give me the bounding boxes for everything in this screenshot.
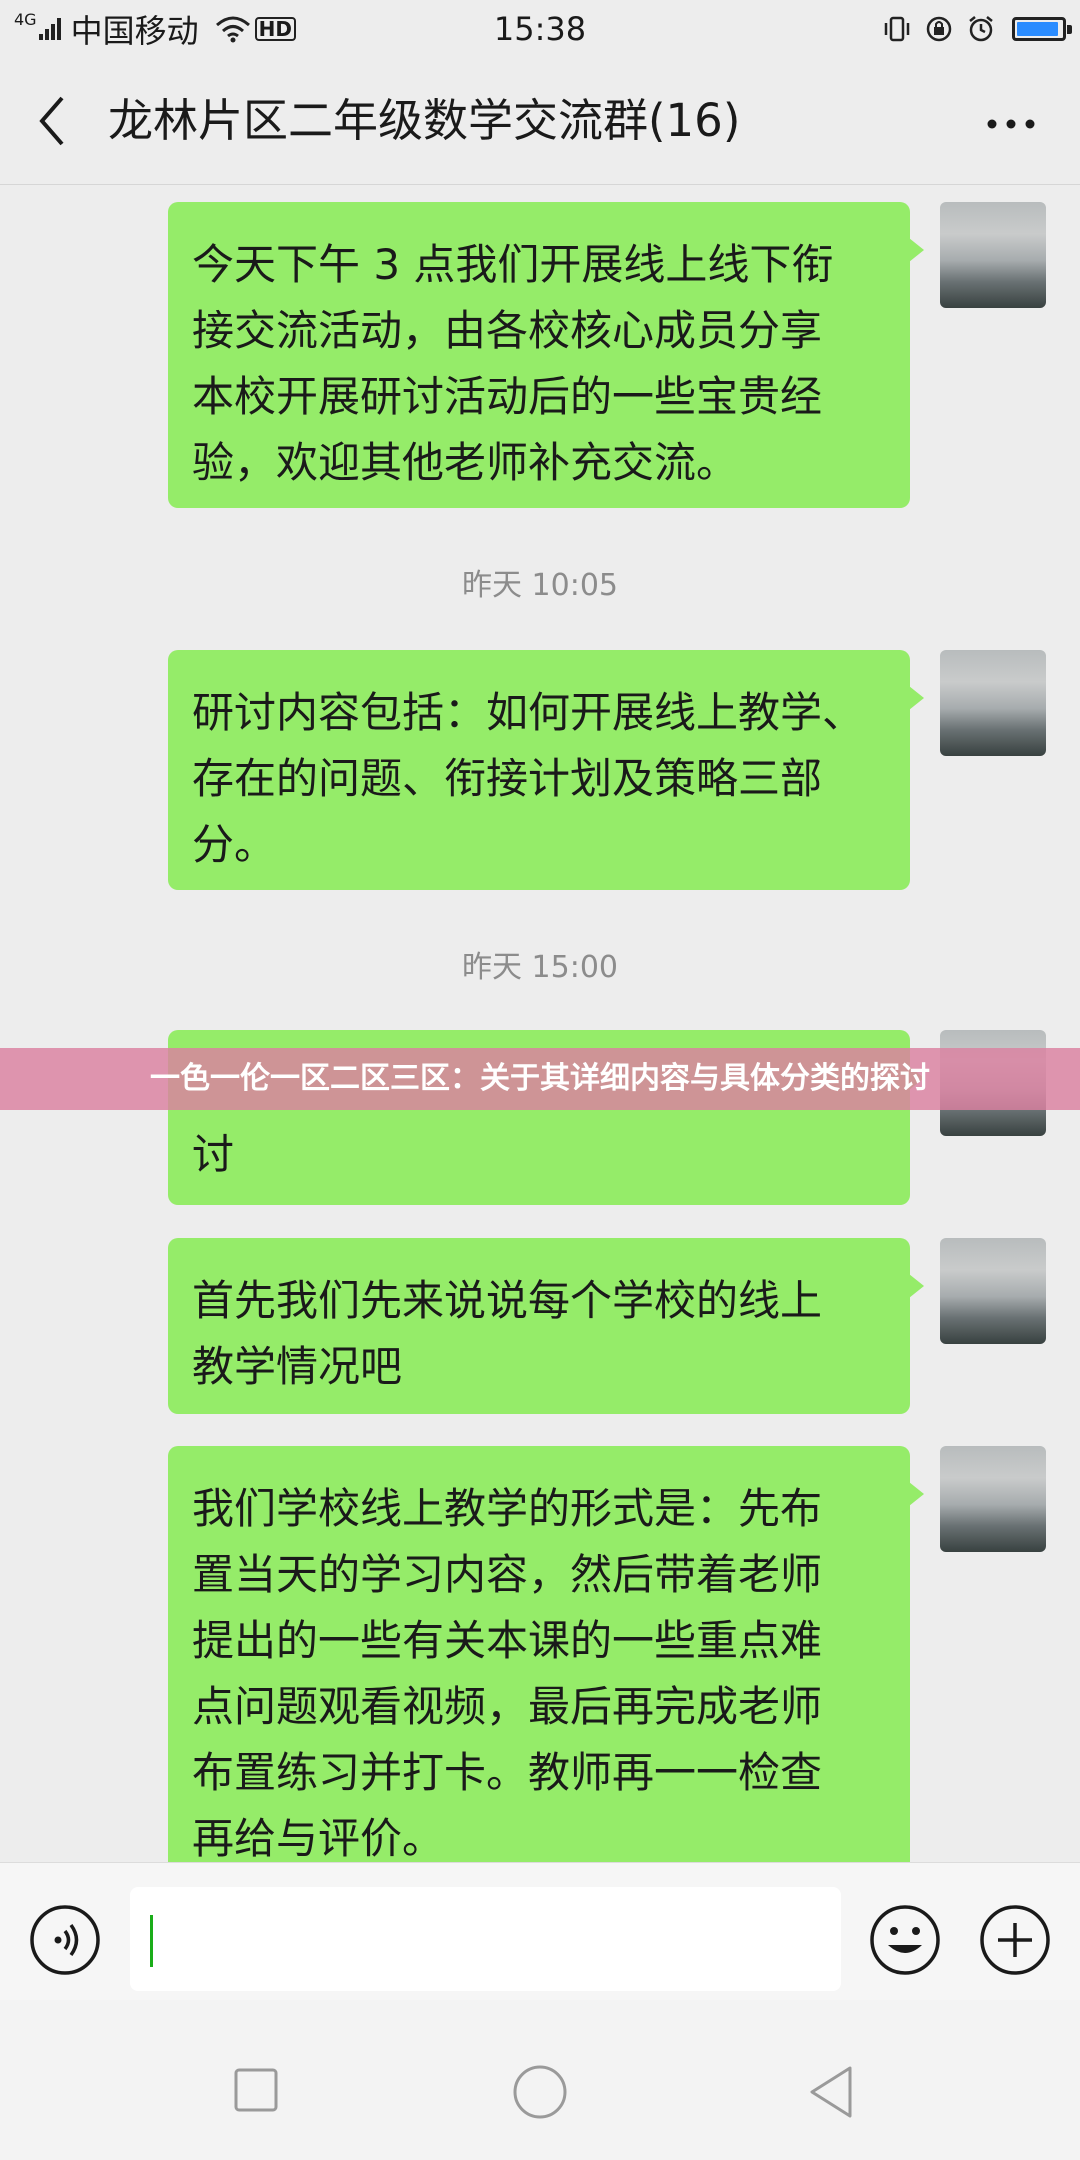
home-icon[interactable] <box>512 2064 568 2120</box>
alarm-icon <box>969 16 993 42</box>
avatar[interactable] <box>940 1446 1046 1552</box>
chat-title: 龙林片区二年级数学交流群(16) <box>108 94 741 147</box>
nav-back-icon[interactable] <box>806 2064 856 2120</box>
timestamp: 昨天 15:00 <box>462 950 618 985</box>
more-options-icon[interactable] <box>986 118 1036 130</box>
lock-rotation-icon <box>926 16 952 42</box>
message-bubble[interactable]: 今天下午 3 点我们开展线上线下衔 接交流活动，由各校核心成员分享 本校开展研讨… <box>168 202 924 508</box>
emoji-icon[interactable] <box>868 1903 942 1977</box>
message-input[interactable] <box>130 1887 841 1991</box>
input-bar <box>0 1862 1080 2001</box>
system-nav-bar <box>0 2000 1080 2160</box>
status-right <box>870 6 1072 52</box>
text-cursor <box>150 1915 153 1967</box>
chat-header: 龙林片区二年级数学交流群(16) <box>0 58 1080 185</box>
vibrate-icon <box>884 16 910 42</box>
avatar[interactable] <box>940 1238 1046 1344</box>
status-bar: 4G 中国移动 HD 15:38 <box>0 0 1080 58</box>
add-more-icon[interactable] <box>978 1903 1052 1977</box>
timestamp: 昨天 10:05 <box>462 568 618 603</box>
message-bubble[interactable]: 我们学校线上教学的形式是：先布 置当天的学习内容，然后带着老师 提出的一些有关本… <box>168 1446 924 1876</box>
avatar[interactable] <box>940 202 1046 308</box>
message-bubble[interactable]: 研讨内容包括：如何开展线上教学、 存在的问题、衔接计划及策略三部 分。 <box>168 650 924 890</box>
message-bubble[interactable]: 首先我们先来说说每个学校的线上 教学情况吧 <box>168 1238 924 1414</box>
voice-input-icon[interactable] <box>28 1903 102 1977</box>
battery-icon <box>1012 17 1072 41</box>
back-arrow-icon[interactable] <box>30 88 80 154</box>
overlay-banner: 一色一伦一区二区三区：关于其详细内容与具体分类的探讨 <box>0 1048 1080 1110</box>
avatar[interactable] <box>940 650 1046 756</box>
recent-apps-icon[interactable] <box>234 2068 278 2112</box>
